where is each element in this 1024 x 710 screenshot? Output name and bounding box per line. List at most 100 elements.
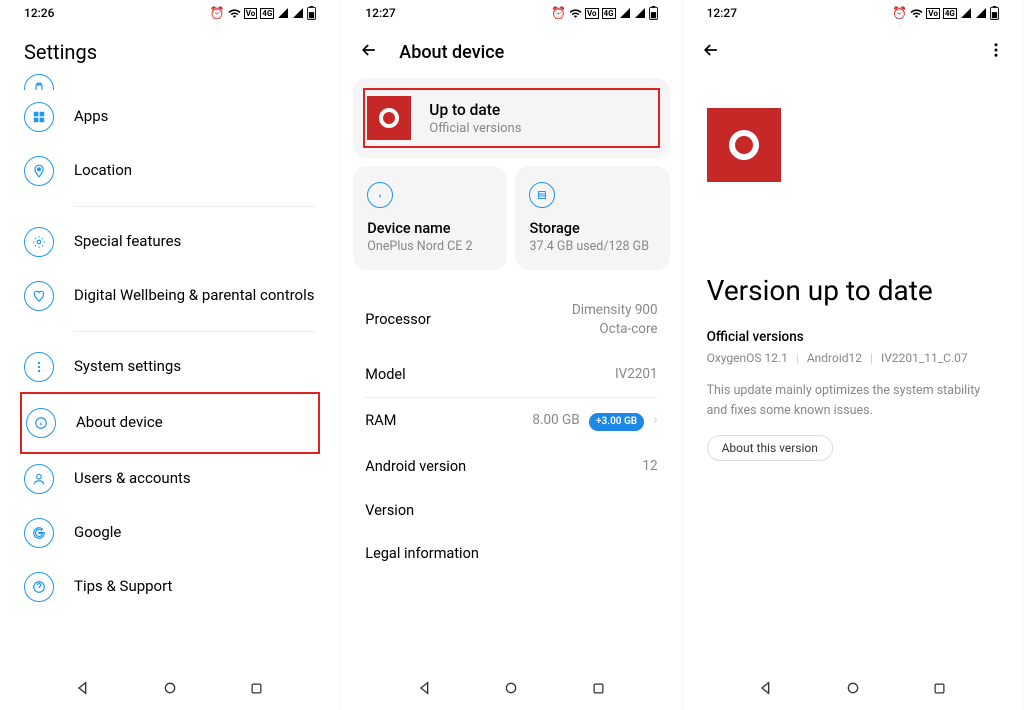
page-title: Settings	[0, 26, 340, 74]
location-icon	[24, 156, 54, 186]
page-title: About device	[399, 42, 504, 63]
vowifi-icon: Vo	[585, 8, 599, 19]
page-title: Version up to date	[707, 274, 999, 307]
more-button[interactable]	[987, 41, 1005, 63]
page-header	[683, 26, 1023, 78]
about-icon	[26, 408, 56, 438]
status-icons: ⏰ Vo 4G	[892, 6, 999, 20]
tile-title: Device name	[367, 220, 493, 237]
signal-icon	[960, 7, 972, 19]
nav-bar	[683, 666, 1023, 710]
settings-item-label: System settings	[74, 357, 181, 377]
tips-icon	[24, 572, 54, 602]
wifi-icon	[910, 7, 923, 20]
signal-icon-2	[975, 7, 987, 19]
oneplus-logo-icon	[707, 108, 781, 182]
signal-icon	[619, 7, 631, 19]
settings-item-wellbeing[interactable]: Digital Wellbeing & parental controls	[24, 269, 316, 323]
settings-item-label: Location	[74, 161, 132, 181]
row-label: Android version	[365, 458, 466, 475]
back-button[interactable]	[359, 40, 379, 64]
nav-back[interactable]	[74, 679, 92, 697]
update-card[interactable]: Up to date Official versions	[353, 78, 669, 158]
alarm-icon: ⏰	[551, 6, 566, 20]
settings-item-system[interactable]: System settings	[24, 340, 316, 394]
settings-item-special[interactable]: Special features	[24, 215, 316, 269]
signal-icon	[277, 7, 289, 19]
settings-item-google[interactable]: Google	[24, 506, 316, 560]
nav-recent[interactable]	[248, 679, 266, 697]
row-label: Processor	[365, 311, 431, 328]
vowifi-icon: Vo	[244, 8, 258, 19]
status-bar: 12:27 ⏰ Vo 4G	[341, 0, 681, 26]
chevron-right-icon: ›	[654, 412, 658, 428]
device-name-tile[interactable]: Device name OnePlus Nord CE 2	[353, 166, 507, 270]
status-bar: 12:27 ⏰ Vo 4G	[683, 0, 1023, 26]
settings-item-label: Users & accounts	[74, 469, 191, 489]
nav-home[interactable]	[844, 679, 862, 697]
update-title: Up to date	[429, 101, 521, 119]
highlight-update: Up to date Official versions	[363, 88, 659, 148]
model-row[interactable]: Model IV2201	[353, 352, 669, 397]
settings-item-label: Apps	[74, 107, 108, 127]
row-value: 8.00 GB +3.00 GB ›	[532, 411, 657, 431]
row-label: Model	[365, 366, 405, 383]
nav-home[interactable]	[161, 679, 179, 697]
version-row[interactable]: Version	[353, 489, 669, 532]
row-label: Legal information	[365, 545, 479, 562]
about-content: Up to date Official versions Device name…	[341, 78, 681, 575]
nav-recent[interactable]	[931, 679, 949, 697]
nav-recent[interactable]	[589, 679, 607, 697]
storage-tile[interactable]: Storage 37.4 GB used/128 GB	[515, 166, 669, 270]
about-version-button[interactable]: About this version	[707, 435, 833, 461]
status-time: 12:27	[365, 6, 395, 20]
settings-item-about[interactable]: About device	[26, 396, 314, 450]
row-label: RAM	[365, 412, 396, 429]
ram-badge: +3.00 GB	[589, 413, 644, 431]
settings-item-label: Digital Wellbeing & parental controls	[74, 286, 315, 306]
row-label: Version	[365, 502, 414, 519]
alarm-icon: ⏰	[892, 6, 907, 20]
settings-item-apps[interactable]: Apps	[24, 90, 316, 144]
storage-icon	[529, 182, 555, 208]
info-icon	[367, 182, 393, 208]
google-icon	[24, 518, 54, 548]
divider	[74, 206, 316, 207]
wifi-icon	[228, 7, 241, 20]
update-subtitle: Official versions	[429, 121, 521, 136]
processor-row[interactable]: Processor Dimensity 900 Octa-core	[353, 288, 669, 352]
settings-item-battery-partial[interactable]	[24, 74, 316, 90]
wellbeing-icon	[24, 281, 54, 311]
status-bar: 12:26 ⏰ Vo 4G	[0, 0, 340, 26]
row-value: IV2201	[615, 365, 658, 384]
nav-back[interactable]	[757, 679, 775, 697]
back-button[interactable]	[701, 40, 721, 64]
system-settings-icon	[24, 352, 54, 382]
special-features-icon	[24, 227, 54, 257]
version-details: OxygenOS 12.1 | Android12 | IV2201_11_C.…	[707, 351, 999, 365]
android-version-row[interactable]: Android version 12	[353, 444, 669, 489]
nav-home[interactable]	[502, 679, 520, 697]
settings-item-users[interactable]: Users & accounts	[24, 452, 316, 506]
signal-icon-2	[634, 7, 646, 19]
settings-item-label: About device	[76, 413, 163, 433]
version-page: Version up to date Official versions Oxy…	[683, 78, 1023, 461]
battery-icon	[24, 74, 54, 90]
volte-icon: 4G	[943, 8, 957, 19]
battery-icon	[990, 6, 999, 20]
nav-back[interactable]	[416, 679, 434, 697]
alarm-icon: ⏰	[210, 6, 225, 20]
tile-subtitle: 37.4 GB used/128 GB	[529, 239, 655, 254]
settings-item-label: Google	[74, 523, 121, 543]
volte-icon: 4G	[260, 8, 274, 19]
phone-screen-1: 12:26 ⏰ Vo 4G Settings	[0, 0, 341, 710]
nav-bar	[0, 666, 340, 710]
users-icon	[24, 464, 54, 494]
row-value: Dimensity 900 Octa-core	[572, 301, 658, 339]
settings-item-tips[interactable]: Tips & Support	[24, 560, 316, 614]
legal-row[interactable]: Legal information	[353, 532, 669, 575]
settings-item-location[interactable]: Location	[24, 144, 316, 198]
wifi-icon	[569, 7, 582, 20]
settings-list: Apps Location Special features Digital W…	[0, 74, 340, 614]
ram-row[interactable]: RAM 8.00 GB +3.00 GB ›	[353, 398, 669, 444]
